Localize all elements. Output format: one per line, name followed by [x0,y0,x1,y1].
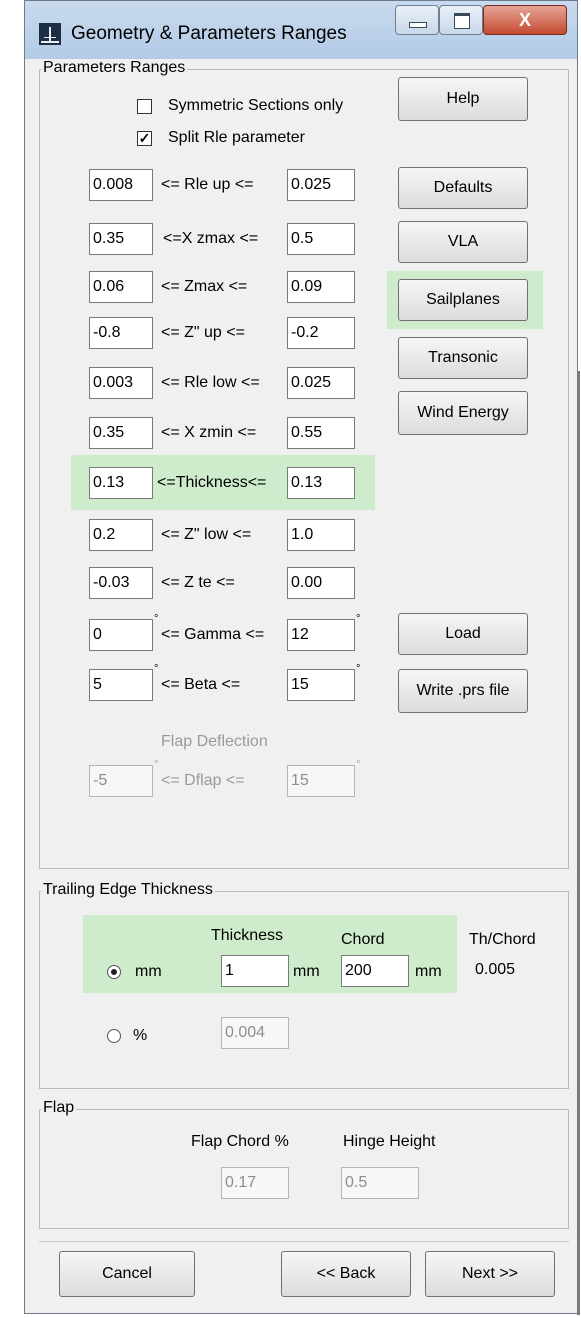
th-chord-header: Th/Chord [469,931,536,948]
te-percent-input: 0.004 [221,1017,289,1049]
x-zmin-min-input[interactable]: 0.35 [89,417,153,449]
z2-low-label: <= Z" low <= [161,526,252,543]
te-chord-input[interactable]: 200 [341,955,409,987]
footer-divider [39,1241,569,1242]
th-chord-value: 0.005 [475,961,516,978]
rle-up-max-input[interactable]: 0.025 [287,169,355,201]
maximize-icon [454,13,470,29]
x-zmax-min-input[interactable]: 0.35 [89,223,153,255]
window-title: Geometry & Parameters Ranges [71,23,347,44]
thickness-header: Thickness [211,927,284,944]
trailing-edge-label: Trailing Edge Thickness [41,881,215,899]
close-button[interactable]: X [483,5,567,35]
next-button[interactable]: Next >> [425,1251,555,1297]
dflap-label: <= Dflap <= [161,772,245,789]
flap-deflection-label: Flap Deflection [161,733,268,750]
rle-up-min-input[interactable]: 0.008 [89,169,153,201]
beta-max-input[interactable]: 15 [287,669,355,701]
te-thickness-unit: mm [293,963,320,980]
z2-up-label: <= Z" up <= [161,324,245,341]
z-te-max-input[interactable]: 0.00 [287,567,355,599]
x-zmax-label: <=X zmax <= [163,230,259,247]
hinge-height-label: Hinge Height [343,1133,436,1150]
x-zmin-label: <= X zmin <= [161,424,257,441]
app-icon [39,23,61,45]
chord-header: Chord [341,931,385,948]
z2-low-min-input[interactable]: 0.2 [89,519,153,551]
vla-button[interactable]: VLA [398,221,528,263]
flap-group-label: Flap [41,1099,77,1117]
minimize-button[interactable] [395,5,439,35]
z2-low-max-input[interactable]: 1.0 [287,519,355,551]
dflap-min-input: -5 [89,765,153,797]
z-te-min-input[interactable]: -0.03 [89,567,153,599]
maximize-button[interactable] [439,5,483,35]
zmax-min-input[interactable]: 0.06 [89,271,153,303]
percent-radio[interactable] [107,1029,121,1043]
te-thickness-input[interactable]: 1 [221,955,289,987]
dflap-max-degree: ° [356,759,361,771]
dflap-min-degree: ° [154,759,159,771]
dflap-max-input: 15 [287,765,355,797]
z-te-label: <= Z te <= [161,574,235,591]
gamma-min-degree: ° [154,613,159,625]
symmetric-sections-label: Symmetric Sections only [168,97,344,114]
rle-low-max-input[interactable]: 0.025 [287,367,355,399]
split-rle-label: Split Rle parameter [168,129,305,146]
symmetric-sections-checkbox[interactable] [137,99,152,114]
beta-min-degree: ° [154,663,159,675]
parameters-ranges-label: Parameters Ranges [41,59,188,77]
close-icon: X [518,10,531,30]
gamma-min-input[interactable]: 0 [89,619,153,651]
wind-energy-button[interactable]: Wind Energy [398,391,528,435]
x-zmin-max-input[interactable]: 0.55 [287,417,355,449]
radio-selected-icon [111,969,117,975]
te-chord-unit: mm [415,963,442,980]
sailplanes-button[interactable]: Sailplanes [398,279,528,321]
gamma-max-input[interactable]: 12 [287,619,355,651]
title-bar[interactable]: Geometry & Parameters Ranges X [25,1,577,59]
transonic-button[interactable]: Transonic [398,337,528,379]
checkmark-icon: ✓ [138,130,151,146]
window-right-edge [577,371,580,1315]
zmax-max-input[interactable]: 0.09 [287,271,355,303]
x-zmax-max-input[interactable]: 0.5 [287,223,355,255]
minimize-icon [409,22,427,28]
split-rle-checkbox[interactable]: ✓ [137,131,152,146]
thickness-label: <=Thickness<= [157,474,267,491]
back-button[interactable]: << Back [281,1251,411,1297]
mm-radio[interactable] [107,965,121,979]
beta-min-input[interactable]: 5 [89,669,153,701]
dialog-window: Geometry & Parameters Ranges X Parameter… [24,0,580,1315]
hinge-height-input: 0.5 [341,1167,419,1199]
mm-option-label: mm [135,963,162,980]
load-button[interactable]: Load [398,613,528,655]
thickness-min-input[interactable]: 0.13 [89,467,153,499]
percent-option-label: % [133,1027,148,1044]
cancel-button[interactable]: Cancel [59,1251,195,1297]
z2-up-max-input[interactable]: -0.2 [287,317,355,349]
flap-chord-label: Flap Chord % [191,1133,289,1150]
gamma-label: <= Gamma <= [161,626,265,643]
rle-low-min-input[interactable]: 0.003 [89,367,153,399]
beta-label: <= Beta <= [161,676,241,693]
rle-up-label: <= Rle up <= [161,176,254,193]
thickness-max-input[interactable]: 0.13 [287,467,355,499]
gamma-max-degree: ° [356,613,361,625]
beta-max-degree: ° [356,663,361,675]
defaults-button[interactable]: Defaults [398,167,528,209]
zmax-label: <= Zmax <= [161,278,248,295]
rle-low-label: <= Rle low <= [161,374,260,391]
flap-chord-input: 0.17 [221,1167,289,1199]
z2-up-min-input[interactable]: -0.8 [89,317,153,349]
flap-group [39,1109,569,1229]
help-button[interactable]: Help [398,77,528,121]
write-prs-button[interactable]: Write .prs file [398,669,528,713]
